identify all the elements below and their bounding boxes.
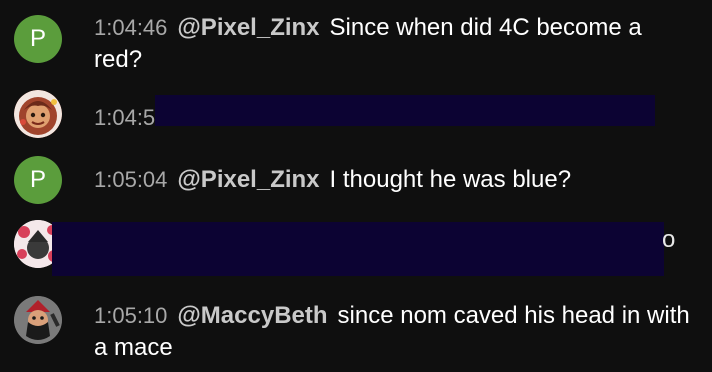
timestamp: 1:04:5	[94, 105, 156, 130]
avatar-letter: P	[29, 25, 46, 52]
message-text-fragment: o	[662, 226, 676, 253]
author-name[interactable]: @Pixel_Zinx	[177, 166, 319, 193]
avatar-image	[14, 296, 62, 344]
redaction-block	[155, 95, 655, 126]
avatar[interactable]: P	[14, 156, 62, 204]
chat-feed: P 1:04:46 @Pixel_Zinx Since when did 4C be…	[0, 0, 712, 372]
message-body: 1:05:04 @Pixel_Zinx I thought he was blue?	[94, 164, 694, 196]
avatar[interactable]	[14, 296, 62, 344]
timestamp: 1:05:10	[94, 303, 168, 328]
timestamp: 1:04:46	[94, 15, 168, 40]
avatar[interactable]	[14, 90, 62, 138]
redaction-block	[52, 222, 664, 276]
timestamp: 1:05:04	[94, 167, 168, 192]
message-text: I thought he was blue?	[329, 166, 572, 193]
message-body: 1:04:46 @Pixel_Zinx Since when did 4C beco…	[94, 12, 694, 76]
avatar-image	[14, 90, 62, 138]
avatar[interactable]: P	[14, 15, 62, 63]
message-body: 1:05:10 @MaccyBeth since nom caved his hea…	[94, 300, 694, 364]
avatar-letter: P	[29, 166, 46, 193]
author-name[interactable]: @Pixel_Zinx	[177, 14, 319, 41]
author-name[interactable]: @MaccyBeth	[177, 302, 327, 329]
